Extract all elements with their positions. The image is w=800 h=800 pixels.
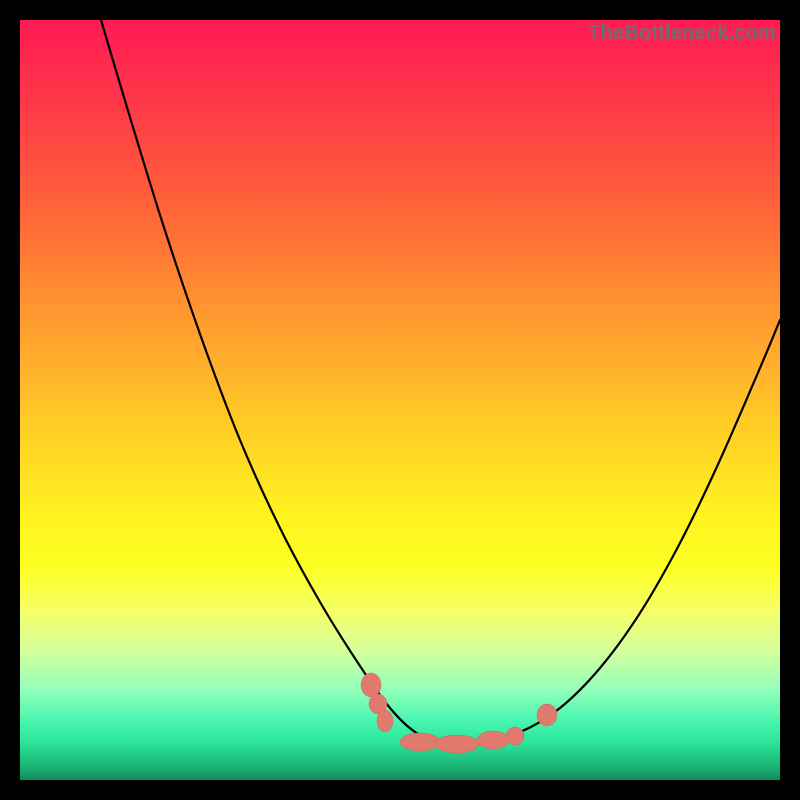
trough-marker: [400, 733, 440, 751]
trough-marker: [477, 731, 509, 749]
trough-marker: [361, 673, 381, 697]
trough-marker: [506, 727, 524, 745]
trough-marker: [435, 735, 479, 753]
plot-frame: [20, 20, 780, 780]
trough-markers: [361, 673, 557, 753]
trough-marker: [537, 704, 557, 726]
credit-text: TheBottleneck.com: [588, 22, 776, 45]
trough-marker: [377, 710, 393, 732]
plot-svg: [20, 20, 780, 780]
bottleneck-curve: [101, 20, 780, 744]
